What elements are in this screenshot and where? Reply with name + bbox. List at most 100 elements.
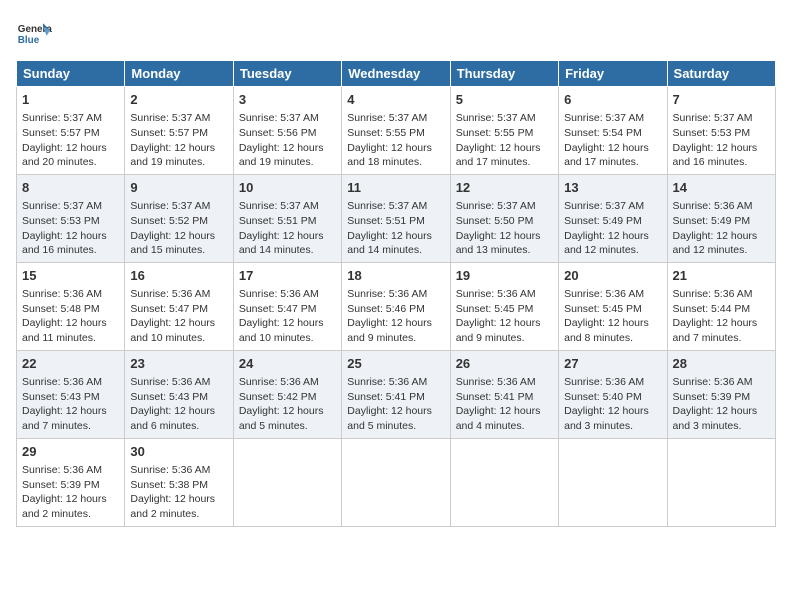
sunrise-text: Sunrise: 5:36 AM <box>456 288 536 300</box>
calendar-cell: 19 Sunrise: 5:36 AM Sunset: 5:45 PM Dayligh… <box>450 262 558 350</box>
day-number: 9 <box>130 179 227 197</box>
day-number: 16 <box>130 267 227 285</box>
sunrise-text: Sunrise: 5:36 AM <box>564 288 644 300</box>
sunset-text: Sunset: 5:50 PM <box>456 215 534 227</box>
daylight-text: Daylight: 12 hours and 12 minutes. <box>673 230 758 257</box>
sunset-text: Sunset: 5:45 PM <box>456 303 534 315</box>
sunrise-text: Sunrise: 5:36 AM <box>239 288 319 300</box>
sunrise-text: Sunrise: 5:37 AM <box>130 112 210 124</box>
daylight-text: Daylight: 12 hours and 9 minutes. <box>456 317 541 344</box>
daylight-text: Daylight: 12 hours and 11 minutes. <box>22 317 107 344</box>
calendar-week-row: 29Sunrise: 5:36 AMSunset: 5:39 PMDayligh… <box>17 438 776 526</box>
weekday-header-friday: Friday <box>559 61 667 87</box>
day-number: 24 <box>239 355 336 373</box>
sunrise-text: Sunrise: 5:36 AM <box>456 376 536 388</box>
sunrise-text: Sunrise: 5:36 AM <box>673 200 753 212</box>
sunset-text: Sunset: 5:48 PM <box>22 303 100 315</box>
logo: General Blue <box>16 16 52 52</box>
day-number: 8 <box>22 179 119 197</box>
calendar-cell: 22Sunrise: 5:36 AMSunset: 5:43 PMDayligh… <box>17 350 125 438</box>
weekday-header-sunday: Sunday <box>17 61 125 87</box>
sunrise-text: Sunrise: 5:37 AM <box>564 200 644 212</box>
sunrise-text: Sunrise: 5:36 AM <box>673 376 753 388</box>
sunrise-text: Sunrise: 5:36 AM <box>347 288 427 300</box>
daylight-text: Daylight: 12 hours and 19 minutes. <box>130 142 215 169</box>
calendar-week-row: 22 Sunrise: 5:36 AM Sunset: 5:43 PM Dayligh… <box>17 350 776 438</box>
daylight-text: Daylight: 12 hours and 8 minutes. <box>564 317 649 344</box>
sunset-text: Sunset: 5:44 PM <box>673 303 751 315</box>
sunset-text: Sunset: 5:56 PM <box>239 127 317 139</box>
calendar-cell: 20Sunrise: 5:36 AMSunset: 5:45 PMDayligh… <box>559 262 667 350</box>
day-number: 3 <box>239 91 336 109</box>
calendar-cell: 15Sunrise: 5:36 AMSunset: 5:48 PMDayligh… <box>17 262 125 350</box>
daylight-text: Daylight: 12 hours and 2 minutes. <box>130 493 215 520</box>
sunrise-text: Sunrise: 5:36 AM <box>347 376 427 388</box>
sunrise-text: Sunrise: 5:37 AM <box>239 200 319 212</box>
calendar-cell: 28Sunrise: 5:36 AMSunset: 5:39 PMDayligh… <box>667 350 775 438</box>
calendar-cell: 30Sunrise: 5:36 AMSunset: 5:38 PMDayligh… <box>125 438 233 526</box>
sunrise-text: Sunrise: 5:37 AM <box>456 200 536 212</box>
sunrise-text: Sunrise: 5:37 AM <box>22 200 102 212</box>
sunrise-text: Sunrise: 5:36 AM <box>564 376 644 388</box>
day-number: 22 <box>22 355 119 373</box>
daylight-text: Daylight: 12 hours and 17 minutes. <box>456 142 541 169</box>
sunrise-text: Sunrise: 5:37 AM <box>347 112 427 124</box>
calendar-cell: 3Sunrise: 5:37 AMSunset: 5:56 PMDaylight… <box>233 87 341 175</box>
daylight-text: Daylight: 12 hours and 10 minutes. <box>130 317 215 344</box>
calendar-cell: 23Sunrise: 5:36 AMSunset: 5:43 PMDayligh… <box>125 350 233 438</box>
calendar-cell: 4Sunrise: 5:37 AMSunset: 5:55 PMDaylight… <box>342 87 450 175</box>
sunrise-text: Sunrise: 5:37 AM <box>347 200 427 212</box>
sunrise-text: Sunrise: 5:37 AM <box>456 112 536 124</box>
daylight-text: Daylight: 12 hours and 3 minutes. <box>673 405 758 432</box>
sunset-text: Sunset: 5:45 PM <box>564 303 642 315</box>
weekday-header-thursday: Thursday <box>450 61 558 87</box>
sunset-text: Sunset: 5:49 PM <box>673 215 751 227</box>
sunrise-text: Sunrise: 5:36 AM <box>22 464 102 476</box>
sunrise-text: Sunrise: 5:37 AM <box>239 112 319 124</box>
daylight-text: Daylight: 12 hours and 5 minutes. <box>239 405 324 432</box>
calendar-cell: 6Sunrise: 5:37 AMSunset: 5:54 PMDaylight… <box>559 87 667 175</box>
sunrise-text: Sunrise: 5:36 AM <box>130 288 210 300</box>
day-number: 18 <box>347 267 444 285</box>
calendar-cell <box>450 438 558 526</box>
sunset-text: Sunset: 5:51 PM <box>347 215 425 227</box>
sunset-text: Sunset: 5:41 PM <box>347 391 425 403</box>
day-number: 19 <box>456 267 553 285</box>
sunset-text: Sunset: 5:57 PM <box>130 127 208 139</box>
daylight-text: Daylight: 12 hours and 18 minutes. <box>347 142 432 169</box>
sunset-text: Sunset: 5:42 PM <box>239 391 317 403</box>
weekday-header-saturday: Saturday <box>667 61 775 87</box>
day-number: 27 <box>564 355 661 373</box>
sunset-text: Sunset: 5:43 PM <box>130 391 208 403</box>
sunrise-text: Sunrise: 5:37 AM <box>673 112 753 124</box>
day-number: 30 <box>130 443 227 461</box>
calendar-cell: 7Sunrise: 5:37 AMSunset: 5:53 PMDaylight… <box>667 87 775 175</box>
weekday-header-wednesday: Wednesday <box>342 61 450 87</box>
sunrise-text: Sunrise: 5:37 AM <box>564 112 644 124</box>
sunset-text: Sunset: 5:41 PM <box>456 391 534 403</box>
logo-icon: General Blue <box>16 16 52 52</box>
day-number: 1 <box>22 91 119 109</box>
calendar-cell: 14Sunrise: 5:36 AMSunset: 5:49 PMDayligh… <box>667 174 775 262</box>
page-header: General Blue <box>16 16 776 52</box>
calendar-cell: 25Sunrise: 5:36 AMSunset: 5:41 PMDayligh… <box>342 350 450 438</box>
calendar-cell: 24 Sunrise: 5:36 AM Sunset: 5:42 PM Dayligh… <box>233 350 341 438</box>
sunset-text: Sunset: 5:43 PM <box>22 391 100 403</box>
calendar-cell: 8Sunrise: 5:37 AMSunset: 5:53 PMDaylight… <box>17 174 125 262</box>
sunset-text: Sunset: 5:55 PM <box>347 127 425 139</box>
sunrise-text: Sunrise: 5:36 AM <box>130 376 210 388</box>
daylight-text: Daylight: 12 hours and 14 minutes. <box>347 230 432 257</box>
daylight-text: Daylight: 12 hours and 9 minutes. <box>347 317 432 344</box>
day-number: 23 <box>130 355 227 373</box>
sunrise-text: Sunrise: 5:36 AM <box>239 376 319 388</box>
day-number: 26 <box>456 355 553 373</box>
calendar-cell <box>233 438 341 526</box>
sunset-text: Sunset: 5:52 PM <box>130 215 208 227</box>
calendar-table: SundayMondayTuesdayWednesdayThursdayFrid… <box>16 60 776 527</box>
sunrise-text: Sunrise: 5:36 AM <box>22 376 102 388</box>
calendar-cell: 5Sunrise: 5:37 AMSunset: 5:55 PMDaylight… <box>450 87 558 175</box>
sunset-text: Sunset: 5:57 PM <box>22 127 100 139</box>
calendar-cell: 10Sunrise: 5:37 AMSunset: 5:51 PMDayligh… <box>233 174 341 262</box>
sunset-text: Sunset: 5:53 PM <box>673 127 751 139</box>
daylight-text: Daylight: 12 hours and 5 minutes. <box>347 405 432 432</box>
